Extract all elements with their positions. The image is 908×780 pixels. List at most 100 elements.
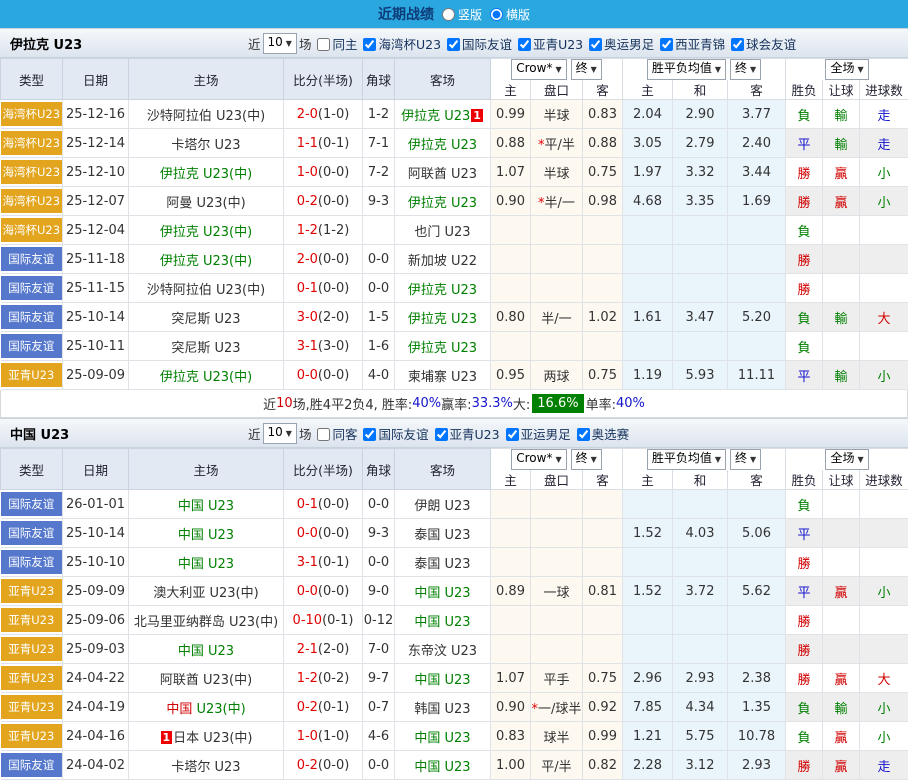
- away-cell: 中国 U23: [395, 751, 491, 780]
- league-filter-checkbox-input[interactable]: [731, 38, 744, 51]
- avg-time-select[interactable]: 终▼: [730, 449, 761, 470]
- league-filter-checkbox-input[interactable]: [435, 428, 448, 441]
- layout-radio-vertical[interactable]: 竖版: [442, 6, 482, 23]
- avg-time-select[interactable]: 终▼: [730, 59, 761, 80]
- league-filter-checkbox-input[interactable]: [363, 38, 376, 51]
- result-goals: [860, 274, 908, 303]
- odds-company-select[interactable]: Crow*▼: [511, 449, 566, 470]
- away-team[interactable]: 泰国 U23: [414, 528, 470, 543]
- crow-home-odds: [491, 332, 531, 361]
- home-team[interactable]: 中国 U23(中): [166, 702, 245, 717]
- home-team[interactable]: 突尼斯 U23: [171, 312, 240, 327]
- euro-home-odds: [623, 606, 673, 635]
- league-filter-checkbox-input[interactable]: [363, 428, 376, 441]
- away-team[interactable]: 伊拉克 U231: [401, 109, 484, 124]
- away-team[interactable]: 中国 U23: [414, 760, 470, 775]
- away-team[interactable]: 伊拉克 U23: [408, 312, 477, 327]
- away-team-text: 柬埔寨 U23: [408, 370, 477, 385]
- full-time-score: 1-0: [297, 165, 318, 180]
- away-team[interactable]: 伊朗 U23: [414, 499, 470, 514]
- home-team[interactable]: 突尼斯 U23: [171, 341, 240, 356]
- away-team[interactable]: 中国 U23: [414, 731, 470, 746]
- odds-time-select[interactable]: 终▼: [571, 449, 602, 470]
- home-team[interactable]: 中国 U23: [178, 557, 234, 572]
- league-filter-checkbox[interactable]: 奥运男足: [583, 34, 654, 53]
- away-team[interactable]: 也门 U23: [414, 225, 470, 240]
- away-team[interactable]: 中国 U23: [414, 673, 470, 688]
- radio-vertical-input[interactable]: [442, 8, 455, 21]
- same-venue-checkbox-input[interactable]: [317, 428, 330, 441]
- avg-odds-select[interactable]: 胜平负均值▼: [647, 59, 726, 80]
- away-team[interactable]: 伊拉克 U23: [408, 283, 477, 298]
- league-filter-checkbox-input[interactable]: [518, 38, 531, 51]
- league-filter-checkbox[interactable]: 西亚青锦: [654, 34, 725, 53]
- away-team[interactable]: 中国 U23: [414, 586, 470, 601]
- away-team[interactable]: 中国 U23: [414, 615, 470, 630]
- away-team[interactable]: 伊拉克 U23: [408, 341, 477, 356]
- scope-select[interactable]: 全场▼: [825, 449, 868, 470]
- odds-time-select-value: 终: [576, 61, 588, 75]
- home-cell: 澳大利亚 U23(中): [129, 577, 284, 606]
- home-team[interactable]: 阿联酋 U23(中): [160, 673, 252, 688]
- radio-horizontal-input[interactable]: [490, 8, 503, 21]
- scope-select[interactable]: 全场▼: [825, 59, 868, 80]
- home-team[interactable]: 阿曼 U23(中): [166, 196, 245, 211]
- away-team[interactable]: 伊拉克 U23: [408, 138, 477, 153]
- odds-time-select[interactable]: 终▼: [571, 59, 602, 80]
- home-team[interactable]: 澳大利亚 U23(中): [153, 586, 258, 601]
- league-filter-checkbox[interactable]: 亚青U23: [429, 424, 500, 443]
- league-filter-checkbox[interactable]: 国际友谊: [357, 424, 428, 443]
- home-team[interactable]: 卡塔尔 U23: [171, 138, 240, 153]
- away-team[interactable]: 柬埔寨 U23: [408, 370, 477, 385]
- home-team[interactable]: 中国 U23: [178, 499, 234, 514]
- euro-home-odds: [623, 332, 673, 361]
- home-team[interactable]: 伊拉克 U23(中): [160, 254, 252, 269]
- layout-radio-horizontal[interactable]: 横版: [490, 6, 530, 23]
- league-filter-checkbox[interactable]: 奥选赛: [571, 424, 630, 443]
- odds-company-select[interactable]: Crow*▼: [511, 59, 566, 80]
- avg-odds-select[interactable]: 胜平负均值▼: [647, 449, 726, 470]
- league-filter-checkbox-label: 亚青U23: [450, 427, 500, 442]
- away-team[interactable]: 新加坡 U22: [408, 254, 477, 269]
- same-venue-checkbox[interactable]: 同主: [311, 34, 357, 53]
- home-team[interactable]: 沙特阿拉伯 U23(中): [147, 283, 265, 298]
- league-filter-checkbox[interactable]: 亚青U23: [512, 34, 583, 53]
- home-team[interactable]: 卡塔尔 U23: [171, 760, 240, 775]
- full-time-score: 2-1: [297, 642, 318, 657]
- league-filter-checkbox-input[interactable]: [589, 38, 602, 51]
- crow-home-odds: [491, 274, 531, 303]
- league-filter-checkbox-input[interactable]: [577, 428, 590, 441]
- home-team-text: 伊拉克 U23(中): [160, 370, 252, 385]
- home-team[interactable]: 中国 U23: [178, 528, 234, 543]
- home-team[interactable]: 1日本 U23(中): [160, 731, 253, 746]
- away-team[interactable]: 韩国 U23: [414, 702, 470, 717]
- home-team[interactable]: 沙特阿拉伯 U23(中): [147, 109, 265, 124]
- home-team[interactable]: 伊拉克 U23(中): [160, 167, 252, 182]
- league-filter-checkbox-input[interactable]: [660, 38, 673, 51]
- home-team[interactable]: 北马里亚纳群岛 U23(中): [134, 615, 278, 630]
- match-count-select[interactable]: 10▼: [263, 33, 297, 54]
- euro-away-odds: [728, 635, 786, 664]
- home-team[interactable]: 中国 U23: [178, 644, 234, 659]
- league-filter-checkbox[interactable]: 球会友谊: [725, 34, 796, 53]
- same-venue-checkbox-input[interactable]: [317, 38, 330, 51]
- league-filter-checkbox[interactable]: 亚运男足: [500, 424, 571, 443]
- league-filter-checkbox[interactable]: 国际友谊: [441, 34, 512, 53]
- away-team[interactable]: 东帝汶 U23: [408, 644, 477, 659]
- away-team[interactable]: 阿联酋 U23: [408, 167, 477, 182]
- home-team[interactable]: 伊拉克 U23(中): [160, 370, 252, 385]
- crow-home-odds: [491, 635, 531, 664]
- home-team[interactable]: 伊拉克 U23(中): [160, 225, 252, 240]
- half-time-score: (1-2): [318, 223, 349, 238]
- euro-draw-odds: 3.47: [673, 303, 728, 332]
- corner-cell: 0-0: [363, 245, 395, 274]
- league-filter-checkbox[interactable]: 海湾杯U23: [357, 34, 441, 53]
- match-count-select[interactable]: 10▼: [263, 423, 297, 444]
- league-filter-checkbox-input[interactable]: [447, 38, 460, 51]
- away-team[interactable]: 泰国 U23: [414, 557, 470, 572]
- date-cell: 25-09-06: [63, 606, 129, 635]
- same-venue-checkbox[interactable]: 同客: [311, 424, 357, 443]
- col-header: 客场: [395, 59, 491, 100]
- away-team[interactable]: 伊拉克 U23: [408, 196, 477, 211]
- league-filter-checkbox-input[interactable]: [506, 428, 519, 441]
